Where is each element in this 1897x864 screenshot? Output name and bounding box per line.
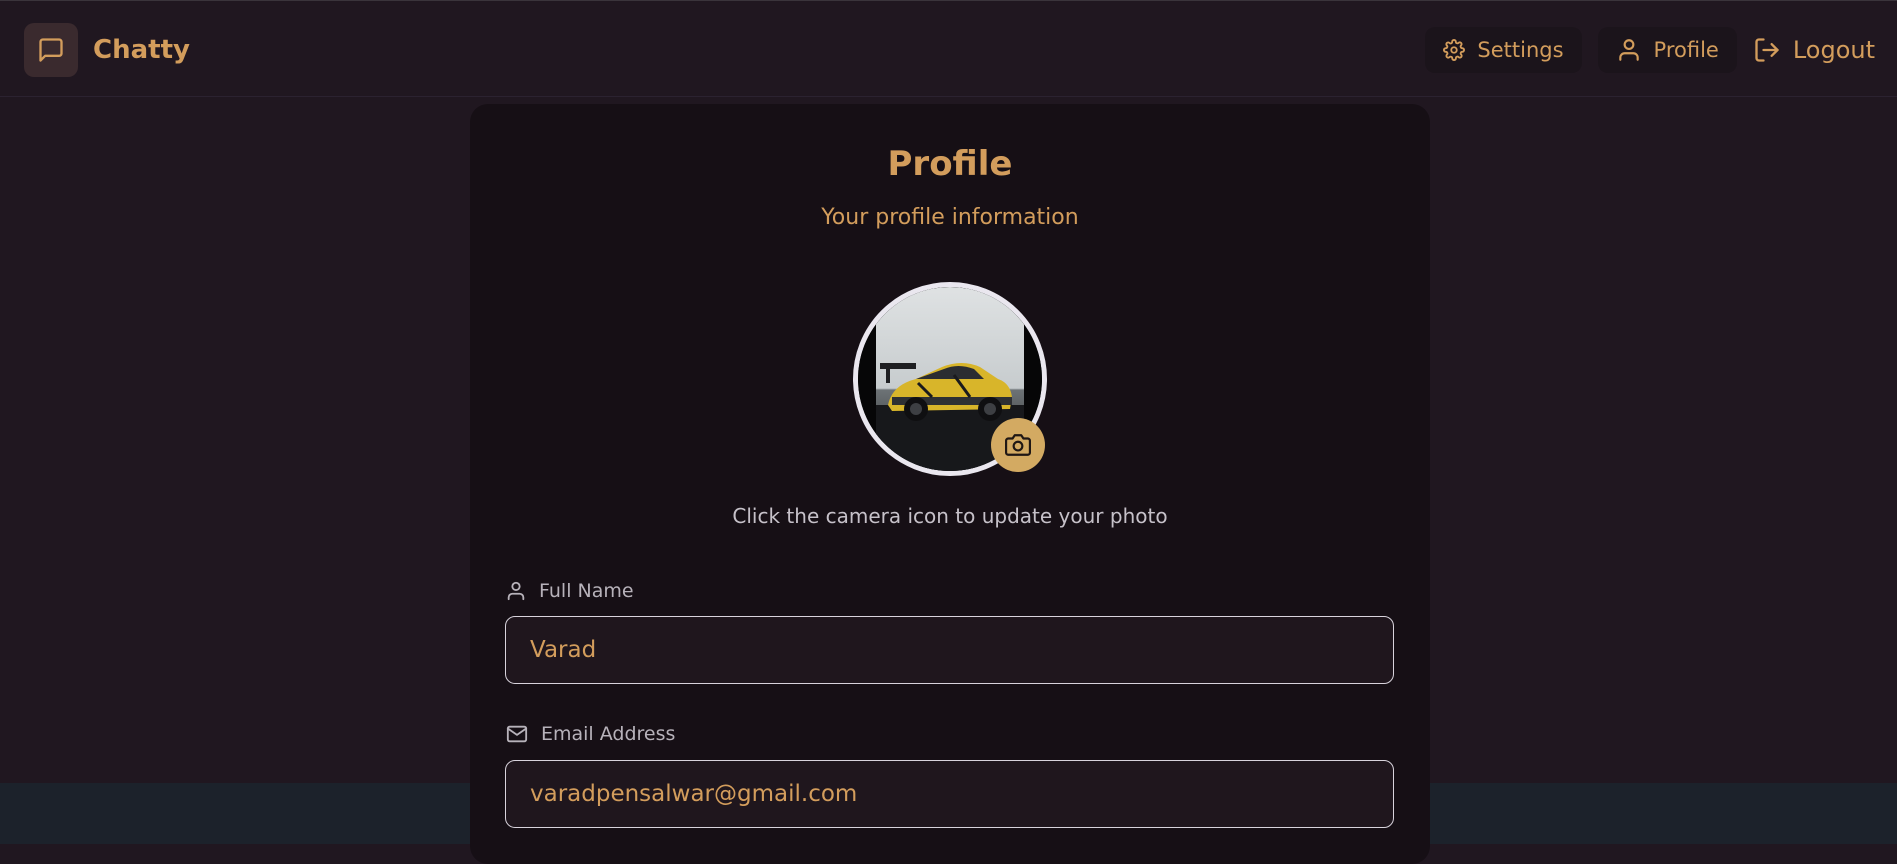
brand-link[interactable]: Chatty <box>24 23 190 77</box>
email-label: Email Address <box>505 723 675 745</box>
full-name-value: Varad <box>530 637 597 663</box>
change-photo-button[interactable] <box>991 418 1045 472</box>
app-name: Chatty <box>93 35 190 65</box>
logout-label: Logout <box>1792 36 1875 64</box>
full-name-label-text: Full Name <box>539 580 634 602</box>
email-value: varadpensalwar@gmail.com <box>530 781 858 807</box>
full-name-field[interactable]: Varad <box>505 616 1394 684</box>
message-square-icon <box>39 38 63 62</box>
email-field[interactable]: varadpensalwar@gmail.com <box>505 760 1394 828</box>
nav-actions: Settings Profile Logout <box>1425 27 1875 73</box>
logout-button[interactable]: Logout <box>1753 27 1875 73</box>
logout-icon <box>1755 38 1779 62</box>
avatar-hint: Click the camera icon to update your pho… <box>732 504 1168 528</box>
avatar-container <box>853 282 1047 476</box>
profile-label: Profile <box>1653 38 1719 62</box>
settings-label: Settings <box>1477 38 1564 62</box>
page-subtitle: Your profile information <box>821 205 1079 230</box>
user-icon <box>507 581 525 601</box>
profile-button[interactable]: Profile <box>1597 27 1737 73</box>
user-icon <box>1618 39 1639 61</box>
email-label-text: Email Address <box>541 723 676 745</box>
settings-button[interactable]: Settings <box>1425 27 1582 73</box>
logo-badge <box>24 23 78 77</box>
gear-icon <box>1443 39 1466 61</box>
camera-icon <box>1005 434 1031 456</box>
top-navbar: Chatty Settings Profile Logout <box>0 0 1897 97</box>
profile-card: Profile Your profile information Click t… <box>470 104 1430 864</box>
full-name-label: Full Name <box>505 580 634 602</box>
mail-icon <box>506 725 528 743</box>
page-title: Profile <box>887 144 1013 184</box>
